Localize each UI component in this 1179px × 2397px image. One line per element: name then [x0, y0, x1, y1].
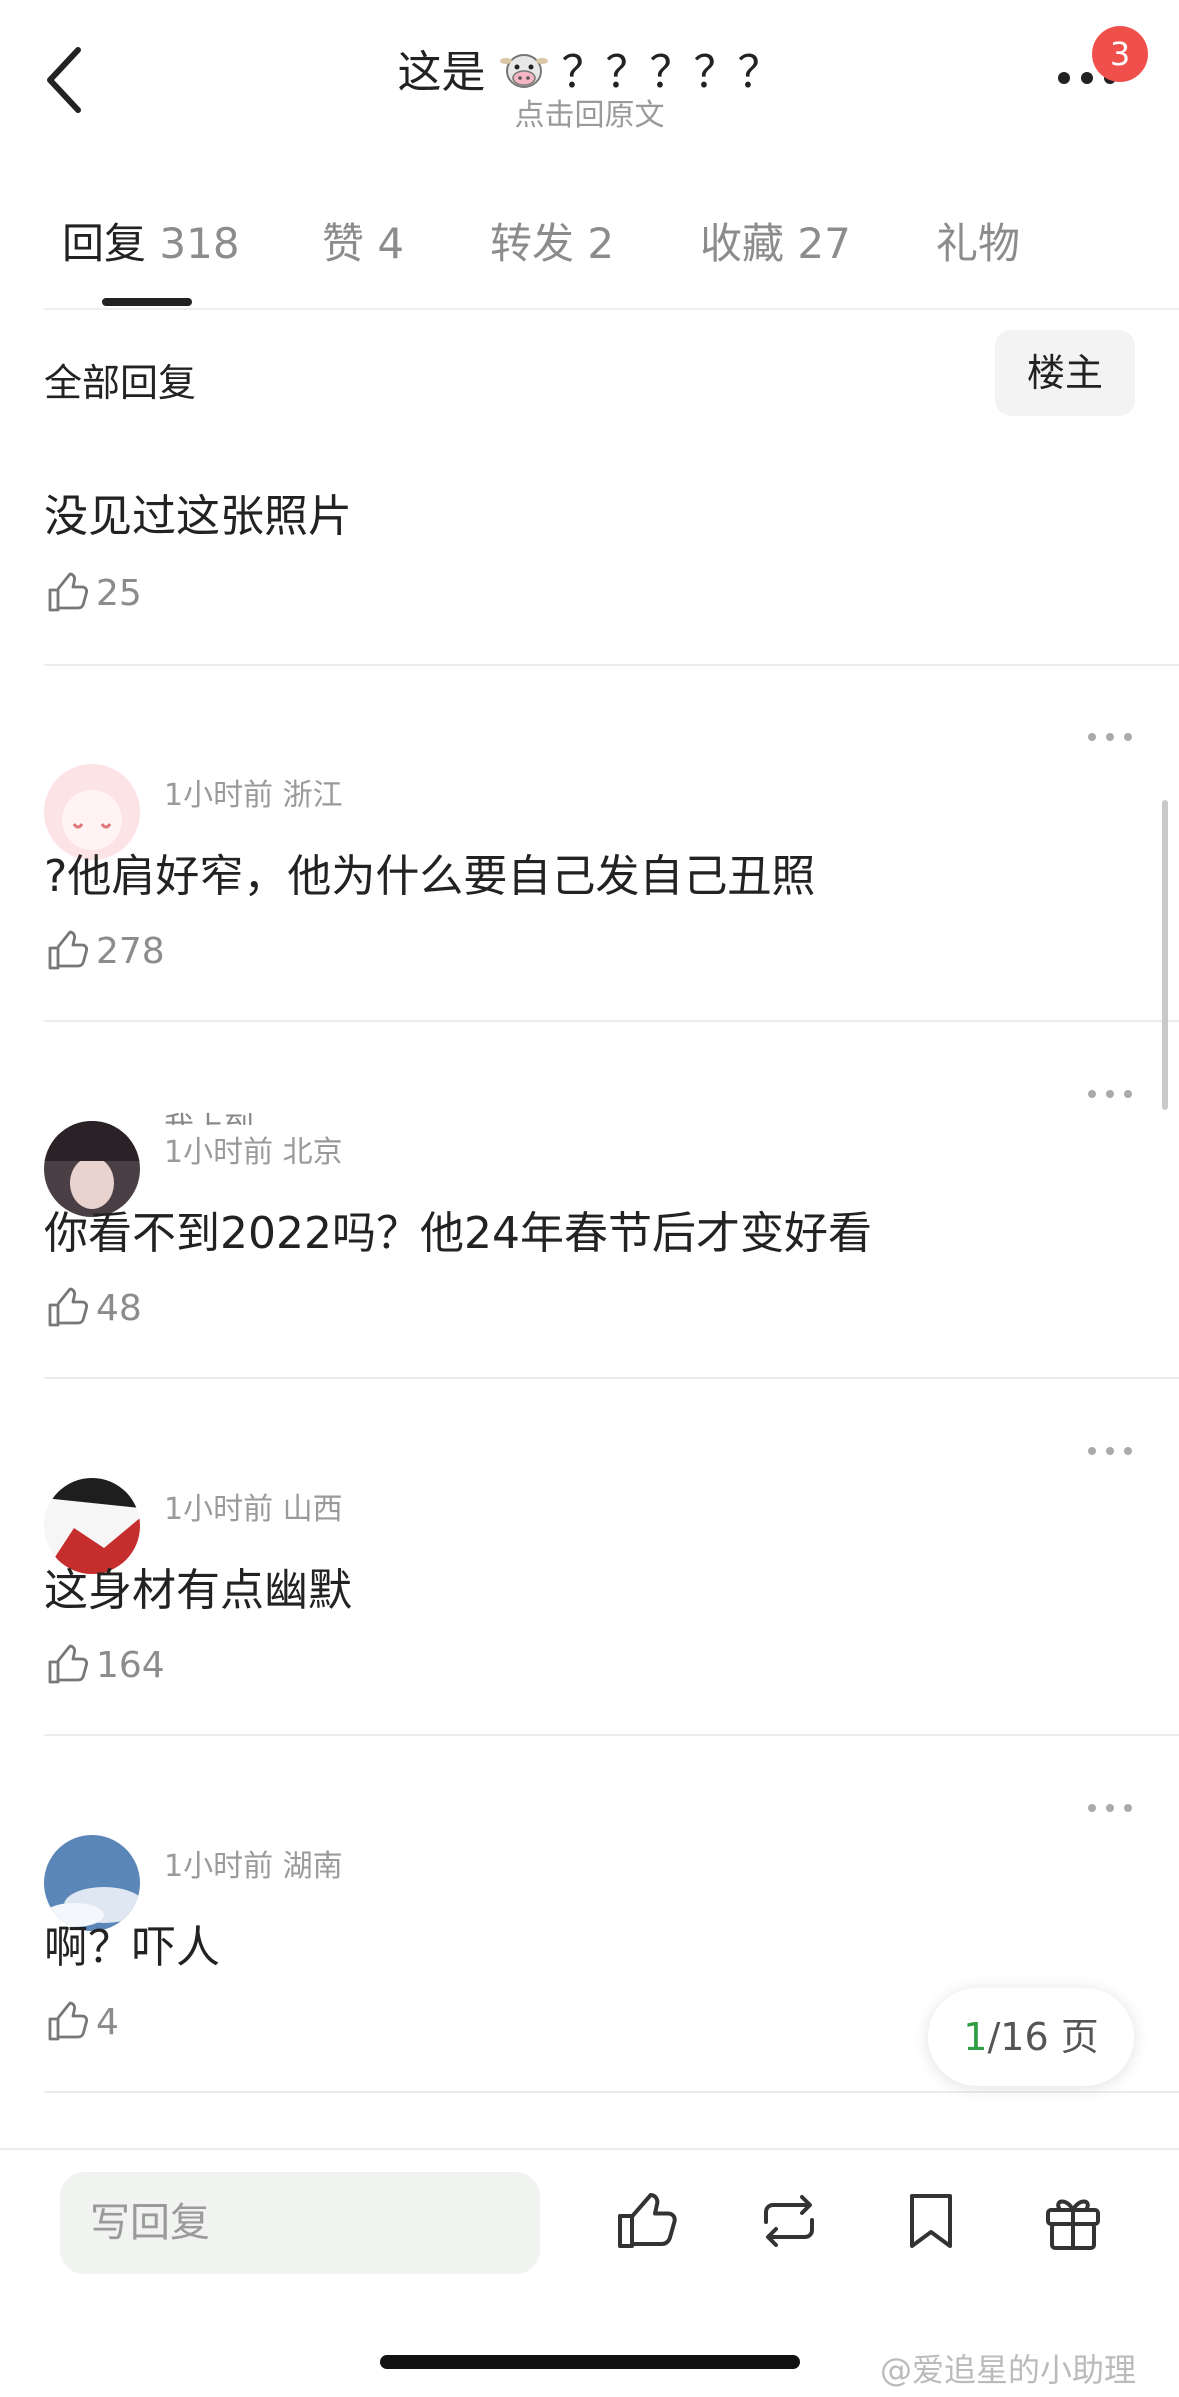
gift-icon[interactable]: [1038, 2186, 1108, 2256]
like-button[interactable]: 278: [44, 926, 165, 976]
tab-count: 318: [159, 219, 240, 268]
like-count: 278: [96, 930, 165, 972]
repost-icon[interactable]: [754, 2186, 824, 2256]
thumbs-up-icon: [48, 572, 89, 612]
comment-item: 1小时前 浙江 ?他肩好窄，他为什么要自己发自己丑照 278: [0, 730, 1179, 1087]
comment-meta: 1小时前 浙江: [164, 778, 343, 813]
view-original-link[interactable]: 点击回原文: [0, 90, 1179, 134]
tab-label: 收藏: [700, 219, 785, 268]
like-button[interactable]: 164: [44, 1640, 165, 1690]
tab-count: 27: [797, 219, 851, 268]
notification-badge: 3: [1092, 26, 1148, 82]
comment-more-icon[interactable]: [1085, 1087, 1135, 1101]
like-count: 48: [96, 1287, 142, 1329]
username[interactable]: 我上到: [164, 1103, 254, 1125]
comment-item: 1小时前 山西 这身材有点幽默 164: [0, 1444, 1179, 1801]
divider: [44, 1734, 1179, 1736]
like-count: 25: [96, 572, 142, 614]
tab-label: 回复: [62, 219, 147, 268]
scrollbar[interactable]: [1162, 800, 1168, 1110]
tab-gifts[interactable]: 礼物: [936, 210, 1020, 271]
page-indicator[interactable]: 1/16 页: [928, 1988, 1134, 2086]
comment-item: 1小时前 湖南 啊？吓人 4: [0, 1801, 1179, 2158]
top-bar: 这是 ？？？？？ 点击回原文 3: [0, 0, 1179, 150]
tab-favorites[interactable]: 收藏 27: [700, 210, 851, 271]
comment-text: ?他肩好窄，他为什么要自己发自己丑照: [44, 851, 816, 902]
comment-text: 没见过这张照片: [44, 491, 352, 542]
total-pages: /16 页: [987, 2015, 1099, 2059]
comment-more-icon[interactable]: [1085, 1801, 1135, 1815]
divider: [44, 308, 1179, 310]
tab-label: 转发: [490, 219, 575, 268]
tab-label: 礼物: [936, 219, 1021, 268]
home-indicator[interactable]: [380, 2355, 800, 2369]
comment-text: 啊？吓人: [44, 1922, 220, 1973]
watermark: @爱追星的小助理: [880, 2351, 1137, 2389]
comment-text: 这身材有点幽默: [44, 1565, 352, 1616]
active-tab-indicator: [102, 298, 192, 306]
tab-bar: 回复 318 赞 4 转发 2 收藏 27 礼物: [0, 210, 1179, 310]
bookmark-icon[interactable]: [896, 2186, 966, 2256]
like-button[interactable]: 48: [44, 1283, 142, 1333]
tab-label: 赞: [322, 219, 365, 268]
cow-emoji-icon: [499, 54, 548, 88]
comment-item: 我上到 1小时前 北京 你看不到2022吗？他24年春节后才变好看 48: [0, 1087, 1179, 1444]
tab-likes[interactable]: 赞 4: [322, 210, 404, 271]
thumbs-up-icon: [48, 2001, 89, 2041]
thumbs-up-icon: [48, 1287, 89, 1327]
comment-more-icon[interactable]: [1085, 730, 1135, 744]
thumbs-up-icon: [48, 930, 89, 970]
comment-meta: 1小时前 山西: [164, 1492, 343, 1527]
current-page: 1: [963, 2015, 988, 2059]
comment-text: 你看不到2022吗？他24年春节后才变好看: [44, 1208, 872, 1259]
reply-input[interactable]: 写回复: [60, 2172, 540, 2274]
tab-reposts[interactable]: 转发 2: [490, 210, 614, 271]
thumbs-up-icon: [48, 1644, 89, 1684]
divider: [44, 664, 1179, 666]
like-count: 4: [96, 2001, 119, 2043]
like-button[interactable]: 25: [44, 568, 142, 618]
comment-meta: 1小时前 北京: [164, 1135, 343, 1170]
like-count: 164: [96, 1644, 165, 1686]
comment-meta: 1小时前 湖南: [164, 1849, 343, 1884]
like-icon[interactable]: [612, 2186, 682, 2256]
like-button[interactable]: 4: [44, 1997, 119, 2047]
tab-count: 4: [377, 219, 405, 268]
tab-replies[interactable]: 回复 318: [62, 210, 240, 271]
all-replies-label: 全部回复: [44, 361, 197, 405]
comment-more-icon[interactable]: [1085, 1444, 1135, 1458]
divider: [44, 1377, 1179, 1379]
divider: [44, 1020, 1179, 1022]
divider: [44, 2091, 1179, 2093]
tab-count: 2: [587, 219, 615, 268]
owner-only-button[interactable]: 楼主: [995, 330, 1135, 416]
